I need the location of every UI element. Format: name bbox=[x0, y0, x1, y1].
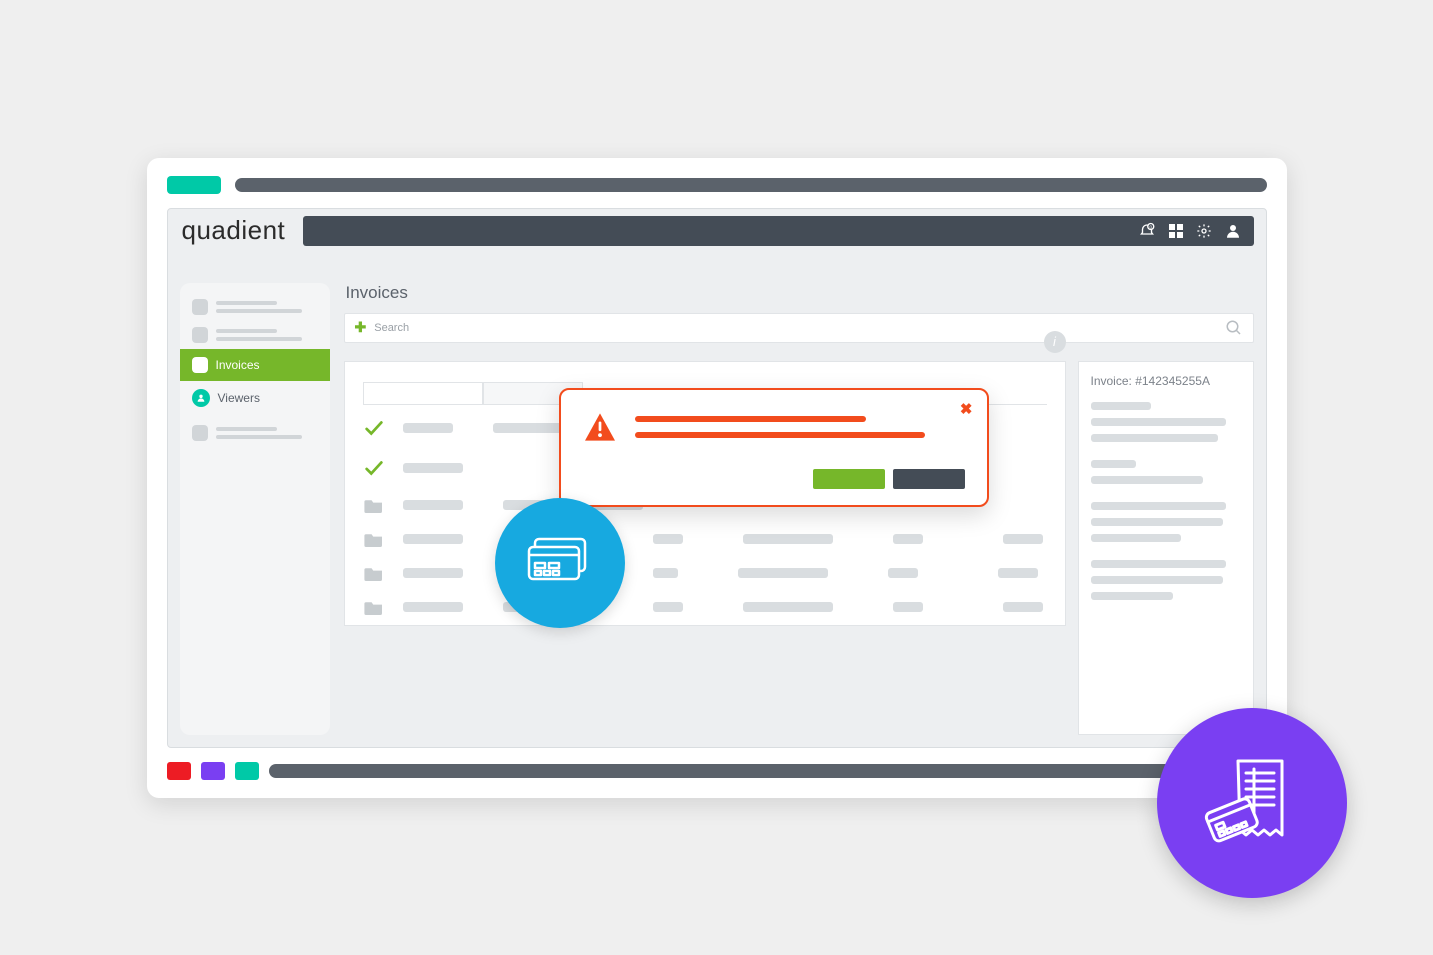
folder-icon bbox=[363, 599, 385, 615]
status-chip-teal bbox=[235, 762, 259, 780]
alert-dialog: ✖ bbox=[559, 388, 989, 507]
window-chrome-bottom bbox=[147, 748, 1287, 798]
status-chip-red bbox=[167, 762, 191, 780]
sidebar-item-viewers[interactable]: Viewers bbox=[180, 381, 330, 415]
content-area: Invoices ✚ Search i bbox=[344, 283, 1254, 735]
window-chrome-top bbox=[147, 158, 1287, 204]
warning-triangle-icon bbox=[583, 412, 617, 447]
placeholder-icon bbox=[192, 299, 208, 315]
folder-icon bbox=[363, 531, 385, 547]
sidebar-item-placeholder[interactable] bbox=[180, 321, 330, 349]
alert-message-lines bbox=[635, 416, 965, 438]
alert-actions bbox=[583, 469, 965, 489]
header-toolbar: 0 bbox=[303, 216, 1253, 246]
app-header: quadient 0 bbox=[168, 209, 1266, 253]
info-icon[interactable]: i bbox=[1044, 331, 1066, 353]
page-title: Invoices bbox=[344, 283, 1254, 313]
sidebar-item-placeholder[interactable] bbox=[180, 419, 330, 447]
placeholder-icon bbox=[192, 425, 208, 441]
sidebar-item-placeholder[interactable] bbox=[180, 293, 330, 321]
sidebar-item-label: Invoices bbox=[216, 358, 260, 372]
user-profile-icon[interactable] bbox=[1224, 222, 1242, 240]
placeholder-icon bbox=[192, 327, 208, 343]
invoice-detail-label: Invoice: bbox=[1091, 374, 1132, 388]
alert-confirm-button[interactable] bbox=[813, 469, 885, 489]
check-icon bbox=[363, 417, 385, 439]
search-bar[interactable]: ✚ Search bbox=[344, 313, 1254, 343]
folder-icon bbox=[363, 497, 385, 513]
window-address-bar bbox=[235, 178, 1267, 192]
invoice-document-bubble-icon bbox=[1157, 708, 1347, 898]
list-item[interactable] bbox=[363, 531, 1047, 547]
window-bottom-bar bbox=[269, 764, 1267, 778]
invoices-icon bbox=[192, 357, 208, 373]
check-icon bbox=[363, 457, 385, 479]
notification-bell-icon[interactable]: 0 bbox=[1138, 222, 1156, 240]
sidebar-item-label: Viewers bbox=[218, 391, 260, 405]
search-placeholder-text: Search bbox=[374, 322, 409, 334]
alert-cancel-button[interactable] bbox=[893, 469, 965, 489]
viewers-icon bbox=[192, 389, 210, 407]
settings-gear-icon[interactable] bbox=[1196, 223, 1212, 239]
invoice-detail-number: #142345255A bbox=[1135, 374, 1210, 388]
app-window: quadient 0 bbox=[147, 158, 1287, 798]
sidebar-item-invoices[interactable]: Invoices bbox=[180, 349, 330, 381]
invoice-detail-title: Invoice: #142345255A bbox=[1091, 374, 1241, 388]
invoice-detail-panel: Invoice: #142345255A bbox=[1078, 361, 1254, 735]
close-icon[interactable]: ✖ bbox=[960, 400, 973, 418]
page-card: quadient 0 bbox=[27, 28, 1407, 928]
list-item[interactable] bbox=[363, 599, 1047, 615]
status-chip-purple bbox=[201, 762, 225, 780]
add-filter-icon[interactable]: ✚ bbox=[355, 319, 367, 336]
window-tab-indicator bbox=[167, 176, 221, 194]
sidebar: Invoices Viewers bbox=[180, 283, 330, 735]
brand-text: quadient bbox=[182, 215, 286, 246]
apps-grid-icon[interactable] bbox=[1168, 223, 1184, 239]
folder-icon bbox=[363, 565, 385, 581]
brand-logo: quadient bbox=[182, 215, 286, 246]
payment-card-bubble-icon bbox=[495, 498, 625, 628]
list-tab[interactable] bbox=[363, 382, 483, 404]
search-icon[interactable] bbox=[1225, 319, 1243, 337]
list-item[interactable] bbox=[363, 565, 1047, 581]
